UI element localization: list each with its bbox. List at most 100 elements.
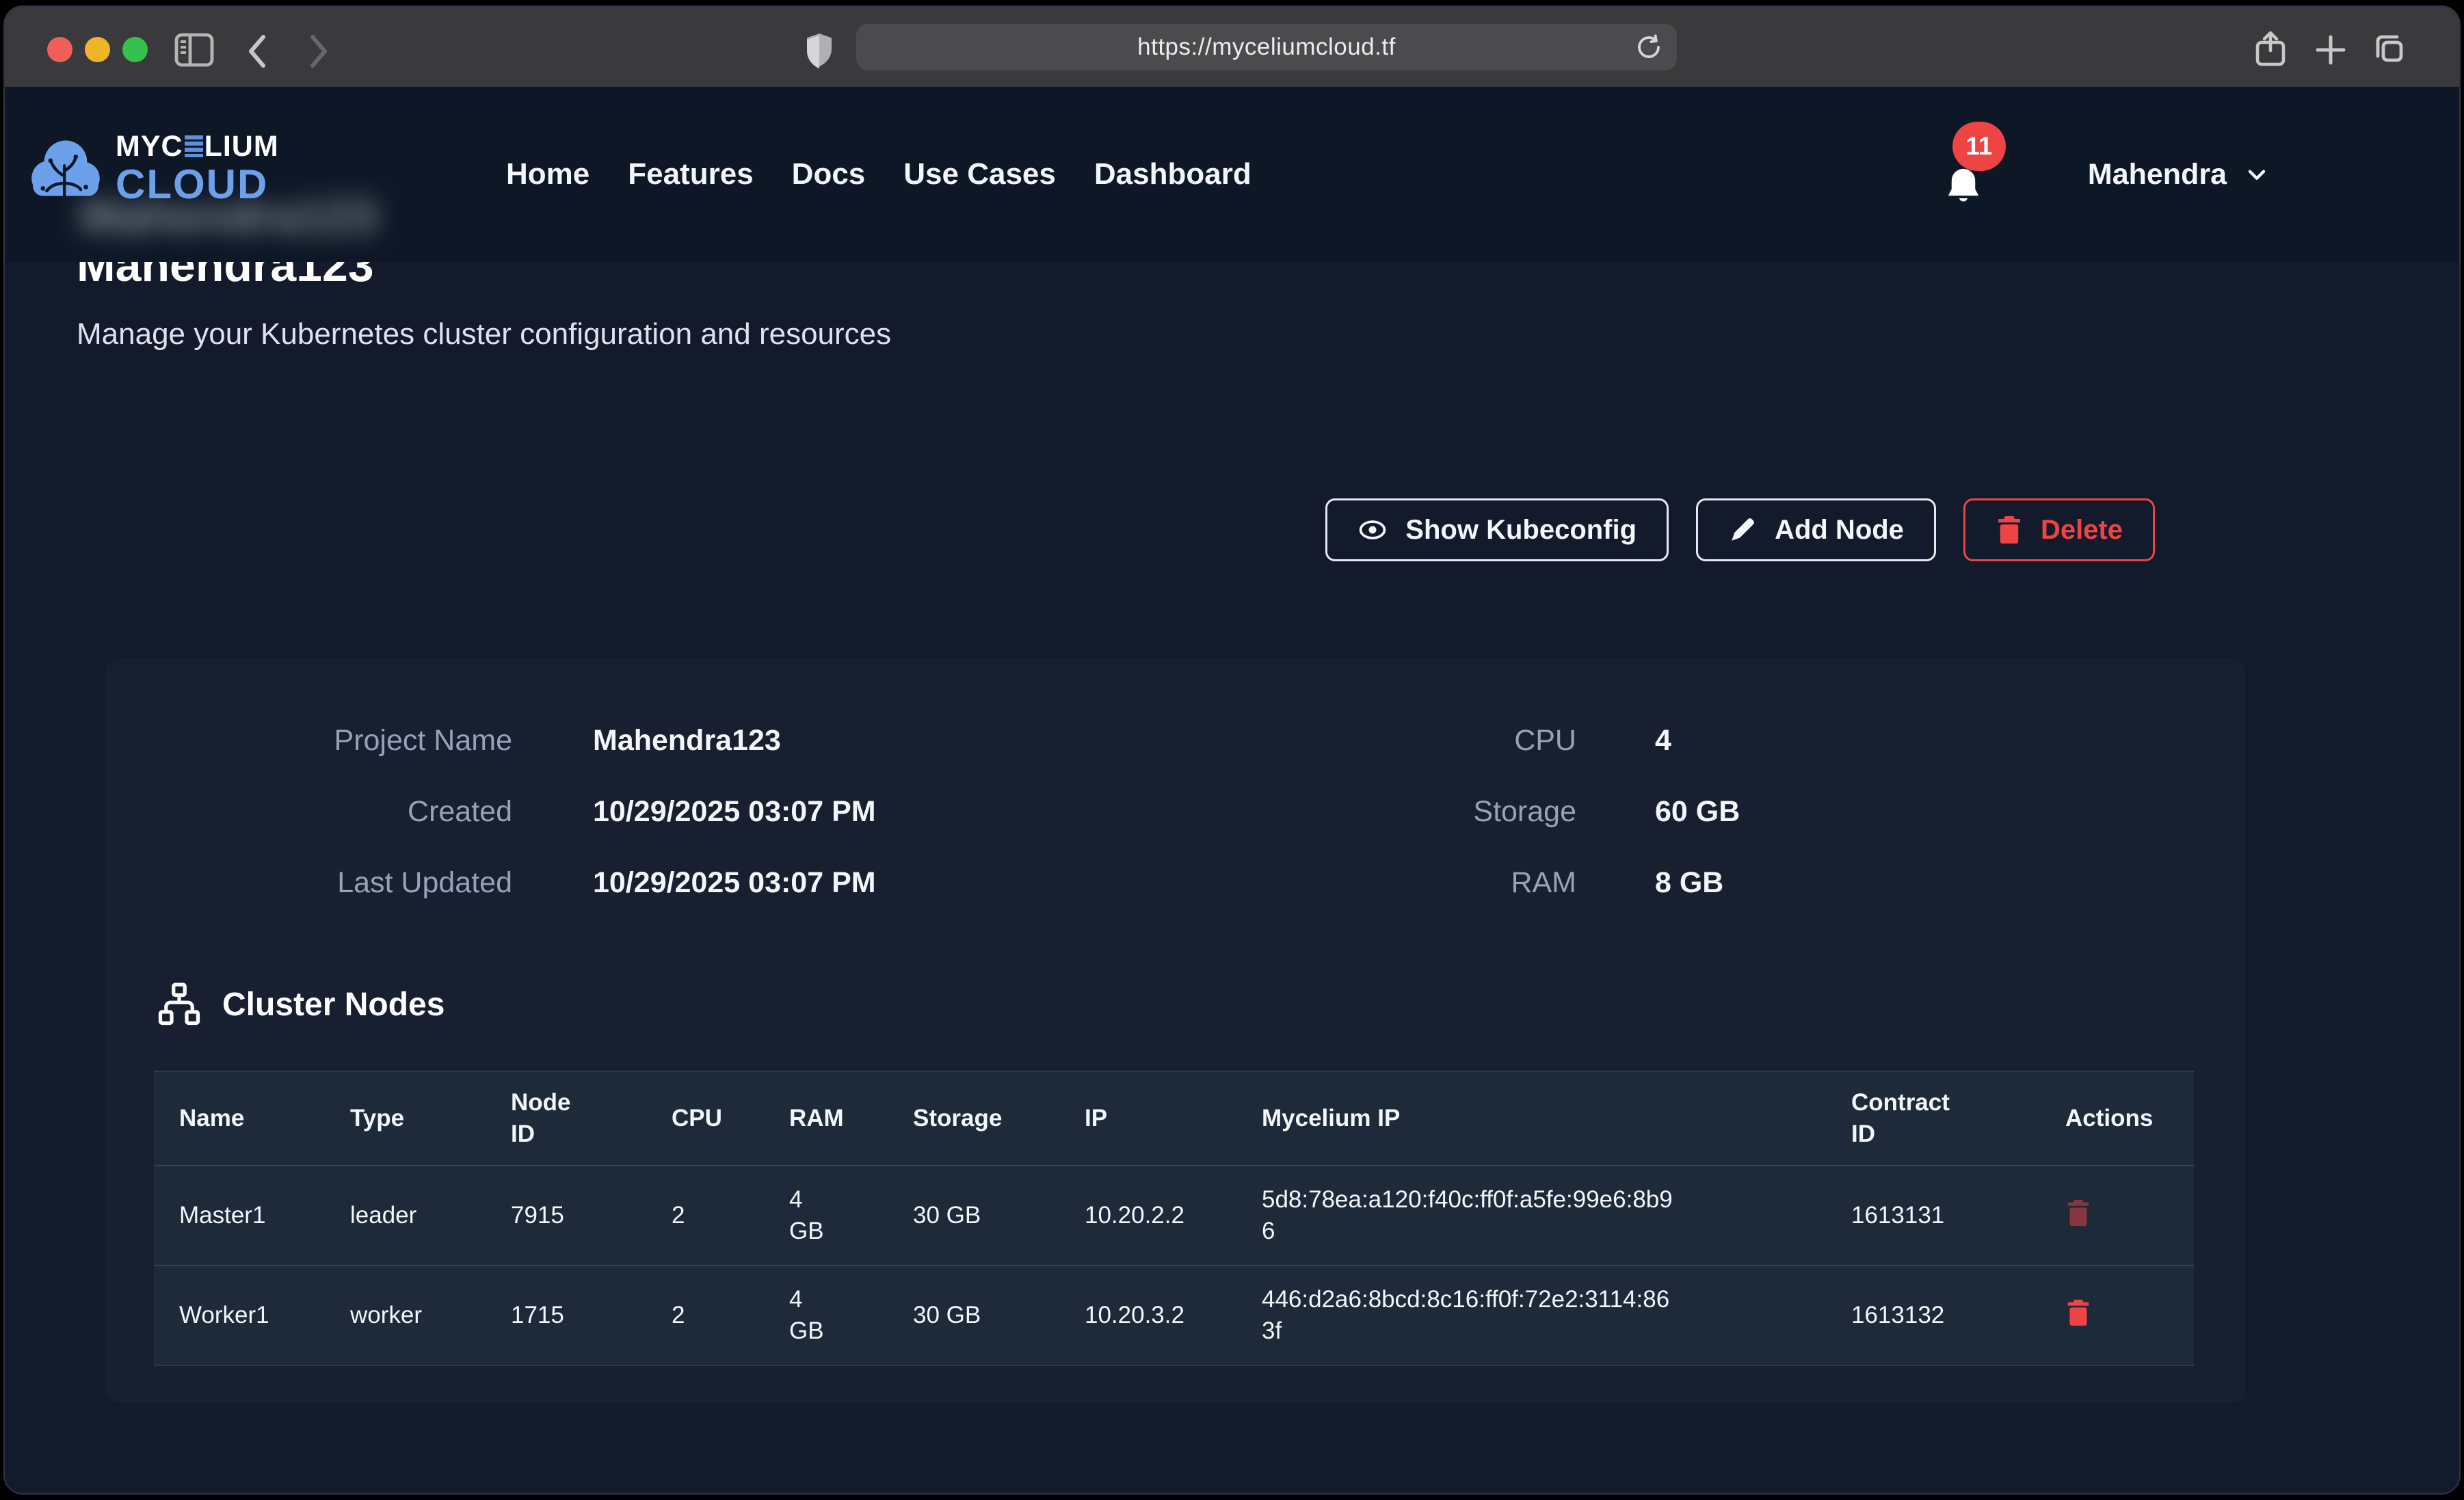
cell-mycelium-ip: 5d8:78ea:a120:f40c:ff0f:a5fe:99e6:8b96 xyxy=(1262,1166,1851,1265)
cluster-info-right: CPU 4 Storage 60 GB RAM 8 GB xyxy=(1234,721,1740,902)
table-header-row: Name Type Node ID CPU RAM Storage IP Myc… xyxy=(154,1071,2194,1166)
pencil-icon xyxy=(1728,515,1757,544)
delete-node-button[interactable] xyxy=(2065,1198,2091,1227)
info-label: Project Name xyxy=(106,721,512,760)
back-icon[interactable] xyxy=(246,34,269,68)
trash-icon xyxy=(1996,515,2023,545)
info-value: 4 xyxy=(1655,721,1740,760)
privacy-shield-icon[interactable] xyxy=(804,31,835,70)
nav-links: Home Features Docs Use Cases Dashboard xyxy=(506,87,1251,262)
info-label: CPU xyxy=(1234,721,1576,760)
cell-node-id: 1715 xyxy=(511,1265,672,1365)
col-contract-id: Contract ID xyxy=(1851,1071,2065,1166)
cell-type: leader xyxy=(350,1166,511,1265)
add-node-button[interactable]: Add Node xyxy=(1696,498,1936,561)
cell-type: worker xyxy=(350,1265,511,1365)
brand-logo[interactable]: MYCLIUM CLOUD xyxy=(25,128,279,209)
show-kubeconfig-label: Show Kubeconfig xyxy=(1405,515,1637,546)
col-ip: IP xyxy=(1085,1071,1262,1166)
mycelium-cloud-logo-icon xyxy=(25,128,106,209)
brand-line1: MYCLIUM xyxy=(116,132,279,161)
nav-link-home[interactable]: Home xyxy=(506,157,589,191)
brand-logo-text: MYCLIUM CLOUD xyxy=(116,132,279,205)
info-value: 10/29/2025 03:07 PM xyxy=(593,863,876,902)
page-subtitle: Manage your Kubernetes cluster configura… xyxy=(77,317,891,351)
delete-node-button[interactable] xyxy=(2065,1298,2091,1327)
info-label: Storage xyxy=(1234,792,1576,831)
logo-e-bars xyxy=(185,135,203,157)
new-tab-icon[interactable] xyxy=(2315,34,2346,66)
nav-link-features[interactable]: Features xyxy=(628,157,753,191)
info-label: Last Updated xyxy=(106,863,512,902)
col-mycelium-ip: Mycelium IP xyxy=(1262,1071,1851,1166)
info-value: 10/29/2025 03:07 PM xyxy=(593,792,876,831)
add-node-label: Add Node xyxy=(1775,515,1904,546)
tab-overview-icon[interactable] xyxy=(2371,31,2407,67)
cell-cpu: 2 xyxy=(672,1265,789,1365)
browser-chrome: https://myceliumcloud.tf xyxy=(5,7,2459,87)
network-icon xyxy=(157,982,202,1027)
info-value: 60 GB xyxy=(1655,792,1740,831)
url-bar[interactable]: https://myceliumcloud.tf xyxy=(856,24,1677,70)
cell-actions xyxy=(2065,1265,2194,1365)
col-actions: Actions xyxy=(2065,1071,2194,1166)
info-label: Created xyxy=(106,792,512,831)
cell-ip: 10.20.3.2 xyxy=(1085,1265,1262,1365)
delete-cluster-button[interactable]: Delete xyxy=(1963,498,2155,561)
nav-link-use-cases[interactable]: Use Cases xyxy=(903,157,1056,191)
cluster-actions: Show Kubeconfig Add Node Delete xyxy=(1325,498,2155,561)
user-menu[interactable]: Mahendra xyxy=(2084,157,2275,192)
cluster-nodes-title: Cluster Nodes xyxy=(222,986,445,1023)
info-label: RAM xyxy=(1234,863,1576,902)
cell-storage: 30 GB xyxy=(913,1166,1085,1265)
cell-actions xyxy=(2065,1166,2194,1265)
col-type: Type xyxy=(350,1071,511,1166)
col-ram: RAM xyxy=(789,1071,913,1166)
cell-ram: 4 GB xyxy=(789,1166,913,1265)
col-cpu: CPU xyxy=(672,1071,789,1166)
page: Mahendra123 Manage your Kubernetes clust… xyxy=(5,87,2459,1493)
user-name: Mahendra xyxy=(2088,158,2227,191)
trash-icon xyxy=(2065,1298,2091,1327)
brand-line2: CLOUD xyxy=(116,164,279,205)
fullscreen-button[interactable] xyxy=(122,37,148,62)
table-row: Worker1 worker 1715 2 4 GB 30 GB 10.20.3… xyxy=(154,1265,2194,1365)
show-kubeconfig-button[interactable]: Show Kubeconfig xyxy=(1325,498,1669,561)
share-icon[interactable] xyxy=(2253,30,2288,67)
cell-storage: 30 GB xyxy=(913,1265,1085,1365)
cluster-nodes-heading: Cluster Nodes xyxy=(157,982,445,1027)
url-text: https://myceliumcloud.tf xyxy=(1137,34,1396,61)
cell-name: Master1 xyxy=(154,1166,350,1265)
cell-node-id: 7915 xyxy=(511,1166,672,1265)
col-node-id: Node ID xyxy=(511,1071,672,1166)
cluster-info-left: Project Name Mahendra123 Created 10/29/2… xyxy=(106,721,876,902)
cell-name: Worker1 xyxy=(154,1265,350,1365)
delete-label: Delete xyxy=(2041,515,2123,546)
top-navbar: Mahendra123 xyxy=(5,87,2459,262)
close-button[interactable] xyxy=(47,37,72,62)
refresh-icon[interactable] xyxy=(1634,33,1663,62)
browser-window: https://myceliumcloud.tf xyxy=(3,5,2461,1495)
cell-ip: 10.20.2.2 xyxy=(1085,1166,1262,1265)
notification-count-badge: 11 xyxy=(1952,122,2006,171)
bell-icon xyxy=(1943,165,1984,209)
cell-contract-id: 1613131 xyxy=(1851,1166,2065,1265)
cell-cpu: 2 xyxy=(672,1166,789,1265)
cell-ram: 4 GB xyxy=(789,1265,913,1365)
forward-icon[interactable] xyxy=(307,34,330,68)
cluster-nodes-table: Name Type Node ID CPU RAM Storage IP Myc… xyxy=(154,1071,2194,1366)
minimize-button[interactable] xyxy=(85,37,110,62)
col-name: Name xyxy=(154,1071,350,1166)
info-value: 8 GB xyxy=(1655,863,1740,902)
nav-link-dashboard[interactable]: Dashboard xyxy=(1094,157,1251,191)
navbar-right: 11 Mahendra xyxy=(1943,87,2275,262)
col-storage: Storage xyxy=(913,1071,1085,1166)
cell-mycelium-ip: 446:d2a6:8bcd:8c16:ff0f:72e2:3114:863f xyxy=(1262,1265,1851,1365)
notifications-button[interactable]: 11 xyxy=(1943,165,1984,209)
trash-icon xyxy=(2065,1198,2091,1227)
table-row: Master1 leader 7915 2 4 GB 30 GB 10.20.2… xyxy=(154,1166,2194,1265)
nav-link-docs[interactable]: Docs xyxy=(792,157,866,191)
sidebar-toggle-icon[interactable] xyxy=(174,33,214,67)
chevron-down-icon xyxy=(2243,161,2270,188)
cluster-details-card: Project Name Mahendra123 Created 10/29/2… xyxy=(106,659,2245,1403)
